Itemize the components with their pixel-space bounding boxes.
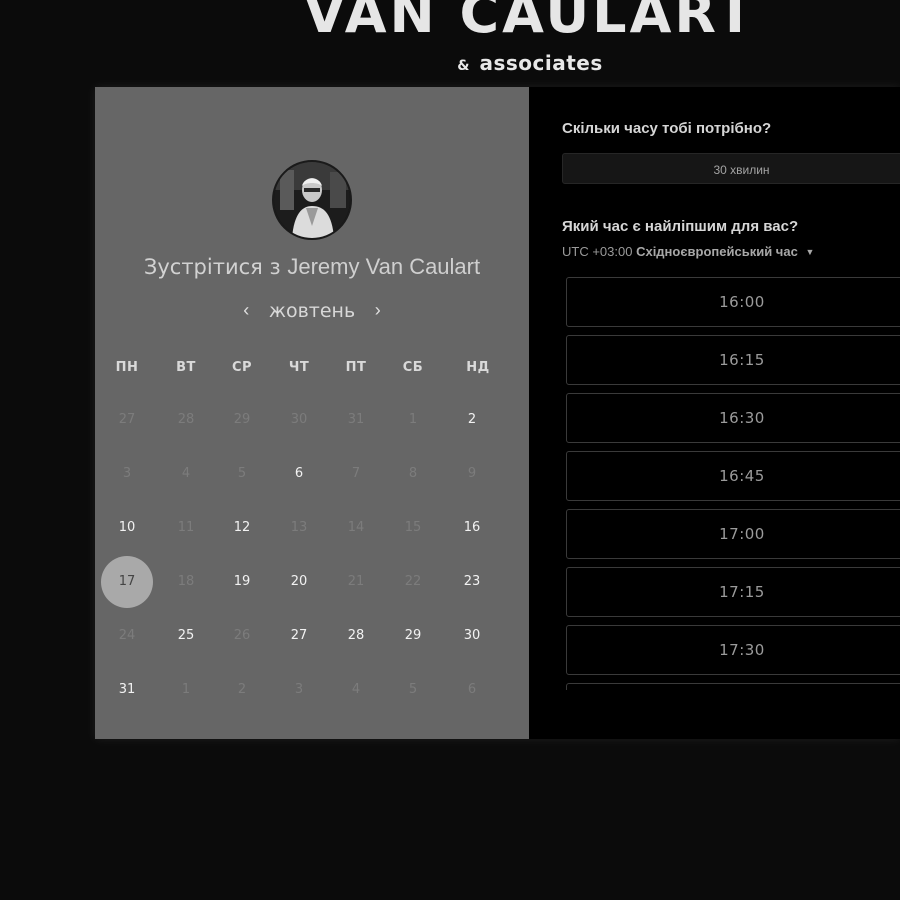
month-label: жовтень: [268, 300, 356, 322]
calendar-day-selected[interactable]: 17: [101, 556, 153, 608]
timezone-offset: UTC +03:00: [562, 244, 633, 259]
timezone-select[interactable]: UTC +03:00 Східноєвропейський час ▼: [562, 244, 814, 259]
prev-month-icon[interactable]: ‹: [235, 300, 257, 321]
calendar-panel: Зустрітися з Jeremy Van Caulart ‹ жовтен…: [95, 87, 529, 739]
calendar-day: 4: [351, 682, 361, 697]
weekday-label: ПТ: [345, 360, 367, 375]
meet-prefix: Зустрітися з: [143, 255, 281, 279]
calendar-day: 13: [290, 520, 308, 535]
weekday-label: ВТ: [176, 360, 196, 375]
host-name: Jeremy Van Caulart: [287, 254, 481, 279]
page: VAN CAULART & associates Зустрітися з Je…: [0, 0, 900, 900]
time-question: Який час є найліпшим для вас?: [562, 218, 799, 235]
scheduler-card: Зустрітися з Jeremy Van Caulart ‹ жовтен…: [95, 87, 900, 739]
time-slot-label: 16:30: [719, 409, 765, 427]
calendar-day: 1: [181, 682, 191, 697]
calendar-day: 30: [290, 412, 308, 427]
calendar-day[interactable]: 31: [105, 680, 149, 700]
calendar-day: 11: [177, 520, 195, 535]
time-slot[interactable]: 17:00: [566, 509, 900, 559]
meet-title: Зустрітися з Jeremy Van Caulart: [95, 254, 529, 280]
calendar-day: 24: [118, 628, 136, 643]
month-navigation: ‹ жовтень ›: [95, 300, 529, 323]
calendar-day[interactable]: 16: [450, 518, 494, 538]
brand-associates: associates: [479, 51, 603, 75]
calendar-day[interactable]: 6: [277, 464, 321, 484]
next-month-icon[interactable]: ›: [367, 300, 389, 321]
calendar-day[interactable]: 27: [277, 626, 321, 646]
calendar-day: 14: [347, 520, 365, 535]
weekday-label: ПН: [115, 360, 139, 375]
calendar-day: 28: [177, 412, 195, 427]
time-slot[interactable]: 16:30: [566, 393, 900, 443]
time-slot-label: 16:45: [719, 467, 765, 485]
calendar-day: 31: [347, 412, 365, 427]
calendar-day[interactable]: 10: [105, 518, 149, 538]
calendar-day: 7: [351, 466, 361, 481]
time-slot-label: 16:00: [719, 293, 765, 311]
timezone-name: Східноєвропейський час: [636, 244, 798, 259]
calendar-day: 15: [404, 520, 422, 535]
chevron-down-icon: ▼: [805, 247, 815, 257]
calendar-day: 4: [181, 466, 191, 481]
time-slot-label: 17:15: [719, 583, 765, 601]
time-slot[interactable]: 17:30: [566, 625, 900, 675]
calendar-day[interactable]: 2: [450, 410, 494, 430]
calendar-day[interactable]: 30: [450, 626, 494, 646]
duration-question: Скільки часу тобі потрібно?: [562, 120, 772, 137]
weekday-label: СБ: [402, 360, 424, 375]
time-slot-label: 17:30: [719, 641, 765, 659]
calendar-day: 8: [408, 466, 418, 481]
weekday-label: НД: [466, 360, 490, 375]
avatar: [272, 160, 352, 240]
calendar-day: 3: [294, 682, 304, 697]
calendar-day: 6: [467, 682, 477, 697]
weekday-label: СР: [231, 360, 253, 375]
time-slot[interactable]: 16:15: [566, 335, 900, 385]
booking-panel: Скільки часу тобі потрібно? 30 хвилин Як…: [529, 87, 900, 739]
calendar-day[interactable]: 29: [391, 626, 435, 646]
time-slot[interactable]: 17:15: [566, 567, 900, 617]
time-slot-list[interactable]: 16:00 16:15 16:30 16:45 17:00 17:15 17:30: [566, 277, 900, 690]
time-slot-label: 17:00: [719, 525, 765, 543]
brand-ampersand: &: [457, 58, 470, 74]
calendar-day[interactable]: 20: [277, 572, 321, 592]
calendar-day: 5: [237, 466, 247, 481]
brand-title: VAN CAULART: [303, 0, 757, 45]
time-slot[interactable]: 16:45: [566, 451, 900, 501]
calendar-day: 1: [408, 412, 418, 427]
calendar-day: 9: [467, 466, 477, 481]
calendar-day: 3: [122, 466, 132, 481]
calendar-day: 22: [404, 574, 422, 589]
duration-value: 30 хвилин: [713, 163, 770, 177]
calendar-day[interactable]: 25: [164, 626, 208, 646]
calendar-day[interactable]: 28: [334, 626, 378, 646]
calendar-day: 5: [408, 682, 418, 697]
time-slot[interactable]: 16:00: [566, 277, 900, 327]
calendar-day: 27: [118, 412, 136, 427]
calendar-day: 21: [347, 574, 365, 589]
weekday-label: ЧТ: [288, 360, 310, 375]
calendar-day: 29: [233, 412, 251, 427]
duration-select[interactable]: 30 хвилин: [562, 153, 900, 184]
calendar-day[interactable]: 23: [450, 572, 494, 592]
host-photo: [274, 162, 350, 238]
calendar-day: 18: [177, 574, 195, 589]
calendar-day[interactable]: 19: [220, 572, 264, 592]
calendar-day: 2: [237, 682, 247, 697]
time-slot-label: 16:15: [719, 351, 765, 369]
brand-subtitle: & associates: [0, 51, 900, 75]
time-slot[interactable]: [566, 683, 900, 690]
calendar-day: 26: [233, 628, 251, 643]
calendar-day[interactable]: 12: [220, 518, 264, 538]
